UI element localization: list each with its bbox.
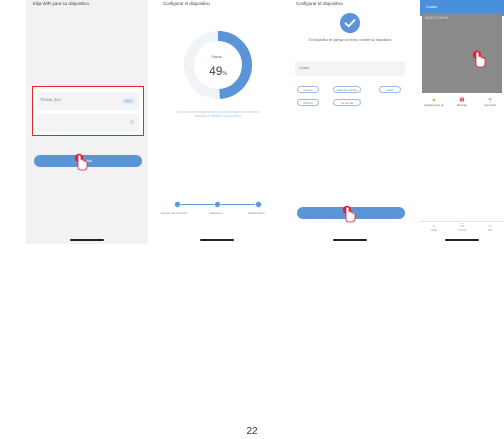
step-label-1: Equipo de conexión [161,211,188,215]
wifi-password-field[interactable]: ◎ [37,114,139,132]
tap-hand-icon [342,205,356,223]
device-header-title: Cuarto [426,5,438,9]
check-icon [340,13,360,33]
step-dot-3 [255,201,262,208]
phone-screen-success: Configurar el dispositivo El dispositivo… [289,0,411,244]
screen-title: Configurar el dispositivo [163,1,210,6]
control-share[interactable]: ≺ Compartir [476,97,504,107]
room-chip-sala[interactable]: Sala [379,86,401,93]
control-label: Apartamento en [424,103,444,107]
phone-screen-progress: Configurar el dispositivo Pasos... 49% E… [156,0,278,244]
step-dot-1 [174,201,181,208]
page-number: 22 [246,426,258,437]
camera-timestamp: 01/02 17:06:09 [425,16,448,20]
step-dot-2 [214,201,221,208]
progress-value: 49 [209,64,223,78]
tab-label: Mío [487,229,493,232]
eye-icon[interactable]: ◎ [130,119,134,125]
tab-label: Tienda [458,229,466,232]
home-indicator [70,239,104,241]
progress-label: Pasos... [211,55,225,59]
control-label: Compartir [483,103,497,107]
control-label: Eliminar [456,103,468,107]
home-indicator [200,239,234,241]
pairing-hint: El proceso de emparejamiento puede tarda… [176,110,260,119]
control-delete[interactable]: ▦ Eliminar [448,97,476,107]
progress-unit: % [222,71,227,77]
tab-profile[interactable]: ☺ Mío [476,224,504,233]
tap-hand-icon [74,153,88,171]
progress-percent: 49% [183,64,253,78]
step-label-3: Inicialización [248,211,266,215]
room-chip-cuarto[interactable]: Cuarto [297,86,319,93]
wifi-next-button[interactable]: Listo [34,155,142,167]
wifi-next-button-label: Listo [83,158,93,163]
success-message: El dispositivo se agregó con éxito, nomb… [308,38,392,42]
home-indicator [445,239,479,241]
screen-title: Elija WiFi para su dispositivo [33,1,89,6]
wifi-network-name: TPLINK_5G4 [40,98,61,102]
room-chip-sala-estudio[interactable]: Sala de estudio [333,86,361,93]
tab-store[interactable]: ☷ Tienda [448,224,476,233]
wifi-badge[interactable]: Wi-Fi [122,98,135,104]
room-chip-la-tienda[interactable]: La tienda [333,99,361,106]
tab-home[interactable]: ⌂ Hogar [420,224,448,233]
camera-preview[interactable]: 01/02 17:06:09 [422,13,502,93]
tab-label: Hogar [430,229,438,232]
device-name-value: Cuarto [299,66,310,70]
phone-screen-device: Cuarto 01/02 17:06:09 ▲ Apartamento en ▦… [420,0,504,244]
room-chip-oficina[interactable]: Oficina [297,99,319,106]
wifi-network-field[interactable]: TPLINK_5G4 Wi-Fi [37,92,139,110]
phone-screen-wifi: Elija WiFi para su dispositivo TPLINK_5G… [26,0,148,244]
screen-title: Configurar el dispositivo [296,1,343,6]
home-indicator [333,239,367,241]
wifi-credentials-highlight: TPLINK_5G4 Wi-Fi ◎ [32,86,144,136]
tab-bar: ⌂ Hogar ☷ Tienda ☺ Mío [420,221,504,235]
control-alarm[interactable]: ▲ Apartamento en [420,97,448,107]
step-label-2: Inscribirse [209,211,223,215]
device-name-field[interactable]: Cuarto [295,61,405,76]
tap-hand-icon [472,50,486,68]
